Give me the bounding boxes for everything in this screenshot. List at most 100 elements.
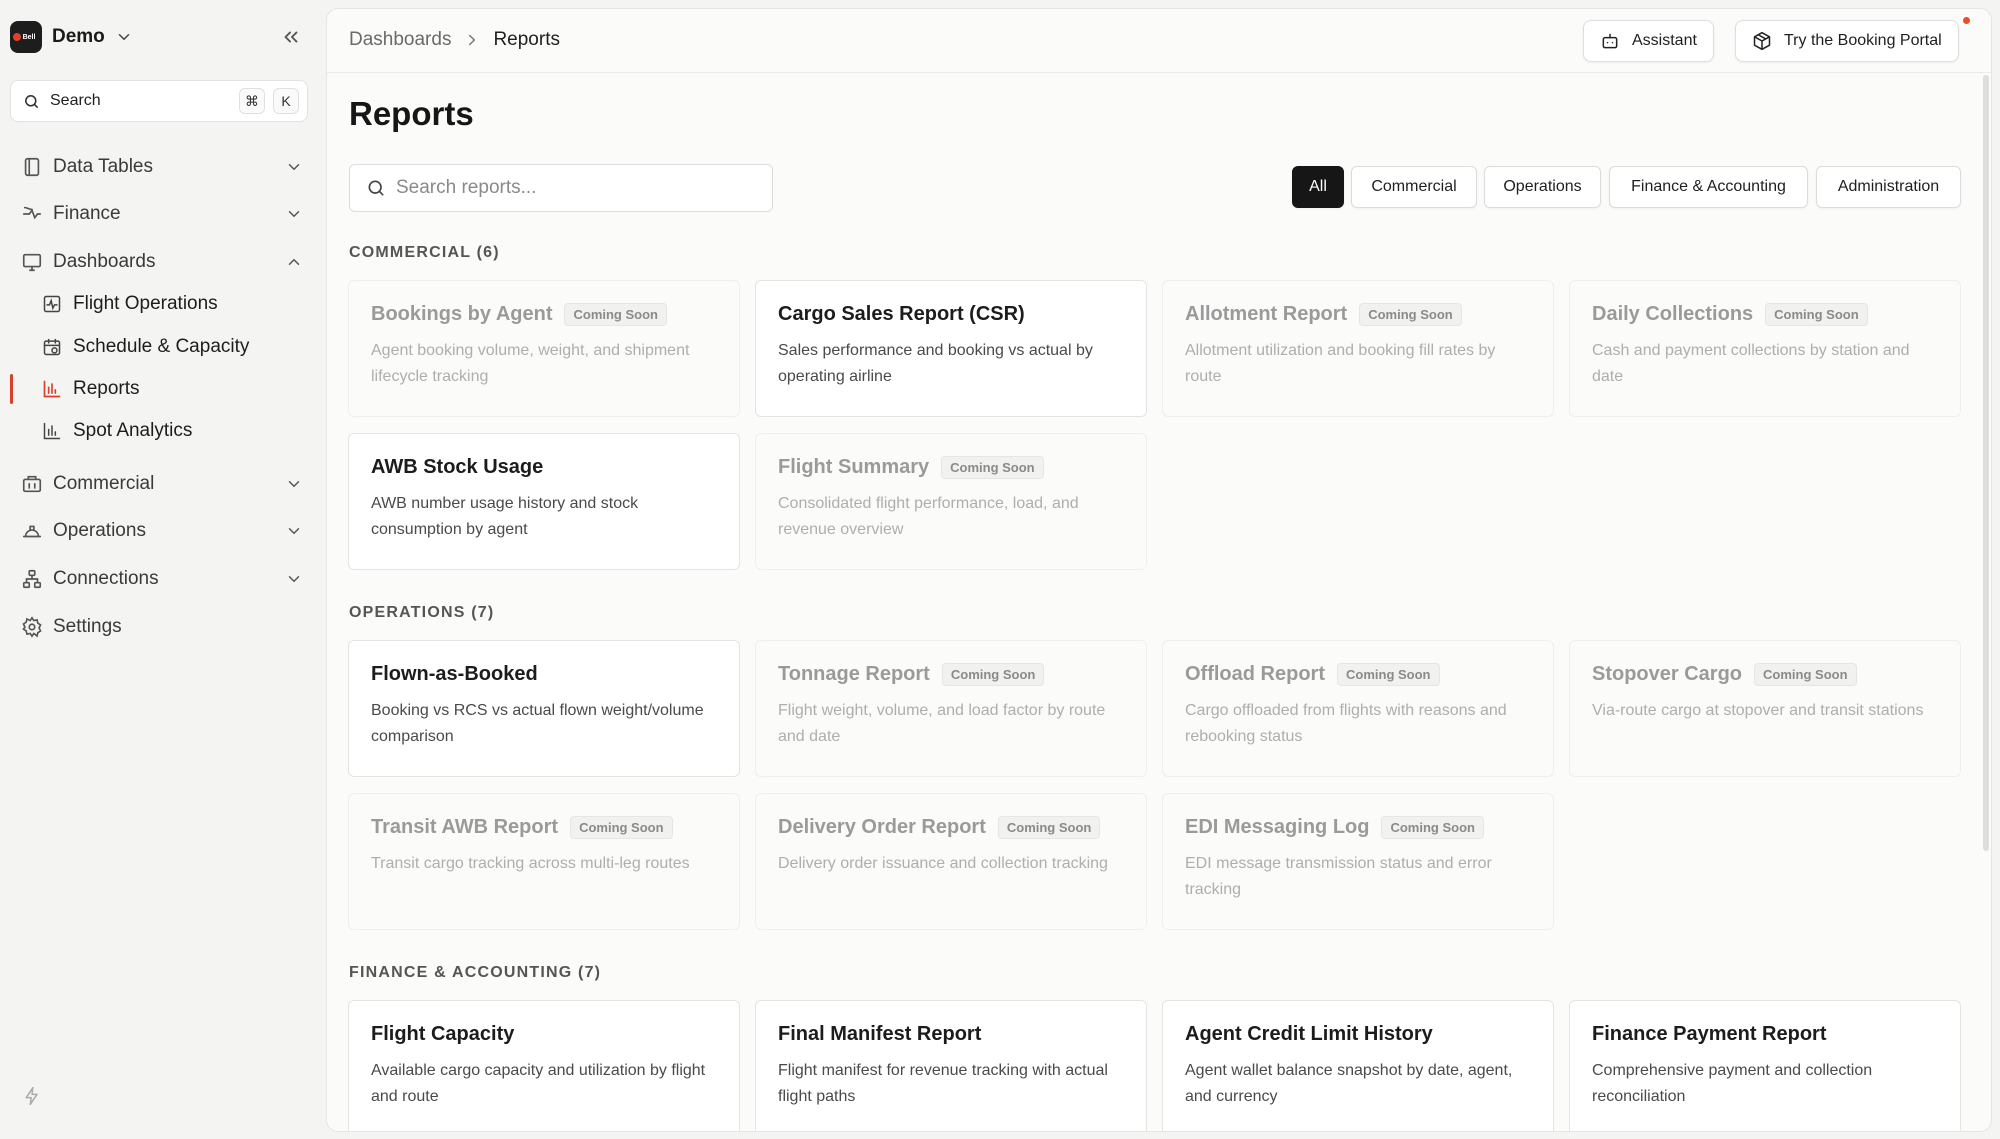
report-description: Sales performance and booking vs actual … (778, 342, 1093, 385)
sidebar-item-label: Commercial (53, 473, 155, 494)
sidebar-subitem-spot-analytics[interactable]: Spot Analytics (42, 412, 310, 450)
notification-dot (1961, 15, 1972, 26)
coming-soon-badge: Coming Soon (564, 303, 667, 326)
report-card[interactable]: AWB Stock Usage AWB number usage history… (348, 433, 740, 570)
report-card[interactable]: Finance Payment Report Comprehensive pay… (1569, 1000, 1961, 1131)
main-panel: Dashboards Reports Assistant Try the Boo… (326, 8, 1992, 1132)
scrollbar[interactable] (1983, 75, 1989, 851)
report-description: Allotment utilization and booking fill r… (1185, 342, 1496, 385)
coming-soon-badge: Coming Soon (941, 663, 1045, 686)
sidebar-subitem-label: Reports (73, 378, 140, 399)
sidebar-item-data-tables[interactable]: Data Tables (10, 147, 310, 187)
sidebar-item-finance[interactable]: Finance (10, 194, 310, 234)
search-icon (25, 94, 38, 108)
bar-chart-icon (43, 380, 61, 398)
filter-finance-accounting[interactable]: Finance & Accounting (1609, 166, 1808, 208)
search-icon (368, 180, 384, 196)
sidebar-search[interactable]: Search ⌘ K (10, 80, 308, 122)
chevron-down-icon (288, 481, 300, 488)
breadcrumb-reports: Reports (493, 29, 560, 50)
report-card[interactable]: EDI Messaging Log Coming Soon EDI message… (1162, 793, 1554, 930)
report-card[interactable]: Tonnage Report Coming Soon Flight weight,… (755, 640, 1147, 777)
sidebar-subitem-label: Spot Analytics (73, 420, 193, 441)
breadcrumb: Dashboards Reports (349, 29, 560, 51)
report-description: Comprehensive payment and collection rec… (1592, 1062, 1873, 1105)
report-card[interactable]: Offload Report Coming Soon Cargo offloade… (1162, 640, 1554, 777)
report-title: EDI Messaging Log (1185, 816, 1370, 838)
filter-operations[interactable]: Operations (1484, 166, 1601, 208)
report-card[interactable]: Stopover Cargo Coming Soon Via-route carg… (1569, 640, 1961, 777)
finance-icon (22, 206, 42, 220)
lightning-icon[interactable] (22, 1086, 42, 1106)
sidebar-subitem-flight-operations[interactable]: Flight Operations (42, 285, 310, 323)
report-description: Available cargo capacity and utilization… (371, 1062, 706, 1105)
pulse-chart-icon (43, 295, 61, 313)
report-title: Transit AWB Report (371, 816, 559, 838)
report-card[interactable]: Flight Summary Coming Soon Consolidated f… (755, 433, 1147, 570)
report-card[interactable]: Allotment Report Coming Soon Allotment ut… (1162, 280, 1554, 417)
sidebar-item-commercial[interactable]: Commercial (10, 464, 310, 504)
report-description: Transit cargo tracking across multi-leg … (371, 855, 690, 872)
report-description: Agent wallet balance snapshot by date, a… (1185, 1062, 1513, 1105)
sidebar: Bell Demo Search ⌘ K Data Tables Finance… (0, 0, 326, 1139)
section-heading-operations: OPERATIONS (7) (349, 604, 495, 621)
dashboards-icon (22, 253, 42, 272)
report-description: Flight manifest for revenue tracking wit… (778, 1062, 1108, 1105)
report-description: AWB number usage history and stock consu… (371, 495, 639, 538)
assistant-label: Assistant (1632, 32, 1697, 49)
report-card[interactable]: Final Manifest Report Flight manifest fo… (755, 1000, 1147, 1131)
breadcrumb-dashboards[interactable]: Dashboards (349, 29, 451, 51)
page-title: Reports (349, 95, 474, 132)
report-title: Cargo Sales Report (CSR) (778, 303, 1025, 325)
sidebar-item-connections[interactable]: Connections (10, 559, 310, 599)
report-description: Delivery order issuance and collection t… (778, 855, 1108, 872)
filter-all[interactable]: All (1292, 166, 1344, 208)
report-title: Stopover Cargo (1592, 663, 1743, 685)
sidebar-item-settings[interactable]: Settings (10, 607, 310, 647)
report-title: Flight Summary (778, 456, 930, 478)
coming-soon-badge: Coming Soon (1765, 303, 1868, 326)
workspace-switcher[interactable]: Bell Demo (10, 20, 133, 54)
sidebar-item-label: Operations (53, 520, 146, 541)
sidebar-item-label: Data Tables (53, 156, 153, 177)
report-title: Tonnage Report (778, 663, 930, 685)
report-card[interactable]: Transit AWB Report Coming Soon Transit ca… (348, 793, 740, 930)
report-description: Consolidated flight performance, load, a… (778, 495, 1079, 538)
sidebar-subitem-schedule-capacity[interactable]: Schedule & Capacity (42, 328, 310, 366)
sidebar-item-dashboards[interactable]: Dashboards (10, 242, 310, 282)
sidebar-item-operations[interactable]: Operations (10, 511, 310, 551)
reports-search-field[interactable] (349, 164, 773, 212)
report-card[interactable]: Flight Capacity Available cargo capacity… (348, 1000, 740, 1131)
report-card[interactable]: Flown-as-Booked Booking vs RCS vs actual… (348, 640, 740, 777)
package-icon (1753, 31, 1771, 51)
top-bar: Dashboards Reports Assistant Try the Boo… (327, 9, 1991, 73)
report-title: Flown-as-Booked (371, 663, 538, 685)
sidebar-item-label: Finance (53, 203, 121, 224)
filter-commercial[interactable]: Commercial (1351, 166, 1477, 208)
report-description: Cash and payment collections by station … (1592, 342, 1910, 385)
booking-portal-label: Try the Booking Portal (1784, 32, 1942, 49)
workspace-name: Demo (52, 26, 105, 47)
report-card[interactable]: Delivery Order Report Coming Soon Deliver… (755, 793, 1147, 930)
filter-administration[interactable]: Administration (1816, 166, 1961, 208)
report-description: Agent booking volume, weight, and shipme… (371, 342, 690, 385)
report-description: Via-route cargo at stopover and transit … (1592, 702, 1924, 719)
report-card[interactable]: Bookings by Agent Coming Soon Agent booki… (348, 280, 740, 417)
booking-portal-button[interactable]: Try the Booking Portal (1735, 20, 1959, 62)
operations-icon (22, 525, 42, 538)
chevron-down-icon (118, 34, 130, 40)
collapse-sidebar-icon[interactable] (280, 26, 302, 48)
report-card[interactable]: Cargo Sales Report (CSR) Sales performan… (755, 280, 1147, 417)
sidebar-subitem-reports[interactable]: Reports (42, 370, 310, 408)
report-card[interactable]: Daily Collections Coming Soon Cash and pa… (1569, 280, 1961, 417)
reports-search-input[interactable] (396, 177, 766, 199)
report-card[interactable]: Agent Credit Limit History Agent wallet … (1162, 1000, 1554, 1131)
bar-chart-icon (43, 422, 61, 440)
calendar-clock-icon (43, 338, 61, 356)
assistant-button[interactable]: Assistant (1583, 20, 1714, 62)
coming-soon-badge: Coming Soon (1754, 663, 1857, 686)
gear-icon (22, 616, 42, 638)
coming-soon-badge: Coming Soon (1381, 816, 1484, 839)
sidebar-subitem-label: Flight Operations (73, 293, 218, 314)
shortcut-k-key: K (273, 88, 299, 114)
